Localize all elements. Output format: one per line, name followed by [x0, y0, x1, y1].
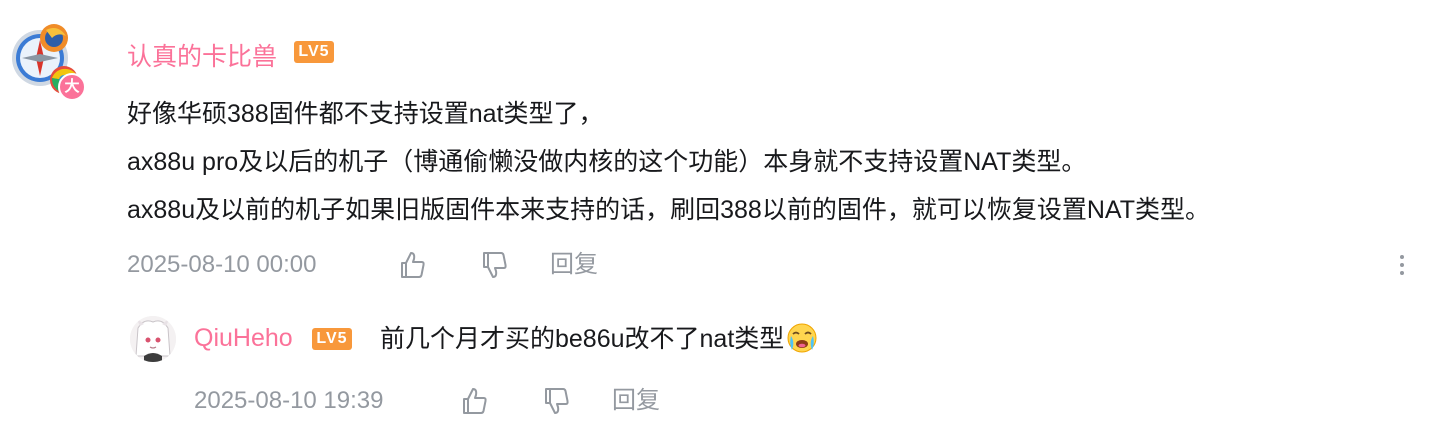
- reply-item: QiuHeho LV5 前几个月才买的be86u改不了nat类型 2025-08…: [0, 300, 1438, 424]
- reply-text-content: 前几个月才买的be86u改不了nat类型: [380, 325, 785, 353]
- comment-text-line: 好像华硕388固件都不支持设置nat类型了，: [127, 100, 604, 128]
- reply-username[interactable]: QiuHeho: [194, 324, 293, 353]
- reply-time: 2025-08-10 19:39: [194, 387, 384, 414]
- thumbs-down-icon[interactable]: [478, 249, 510, 281]
- crying-face-emoji: [787, 323, 817, 353]
- comment-text-line: ax88u及以前的机子如果旧版固件本来支持的话，刷回388以前的固件，就可以恢复…: [127, 196, 1210, 224]
- more-vertical-icon[interactable]: [1394, 252, 1410, 278]
- comment-time: 2025-08-10 00:00: [127, 251, 317, 278]
- username[interactable]: 认真的卡比兽: [127, 37, 277, 73]
- reply-button[interactable]: 回复: [550, 250, 598, 280]
- level-badge: LV5: [312, 328, 352, 350]
- thumbs-down-icon[interactable]: [540, 385, 572, 417]
- avatar[interactable]: [130, 316, 176, 362]
- thumbs-up-icon[interactable]: [458, 385, 490, 417]
- reply-text: 前几个月才买的be86u改不了nat类型: [380, 322, 818, 356]
- comment-item: 大 认真的卡比兽 LV5 好像华硕388固件都不支持设置nat类型了， ax88…: [0, 0, 1438, 290]
- comment-text-line: ax88u pro及以后的机子（博通偷懒没做内核的这个功能）本身就不支持设置NA…: [127, 148, 1087, 176]
- reply-button[interactable]: 回复: [612, 386, 660, 416]
- avatar-badge: 大: [58, 73, 86, 101]
- level-badge: LV5: [294, 41, 334, 63]
- thumbs-up-icon[interactable]: [396, 249, 428, 281]
